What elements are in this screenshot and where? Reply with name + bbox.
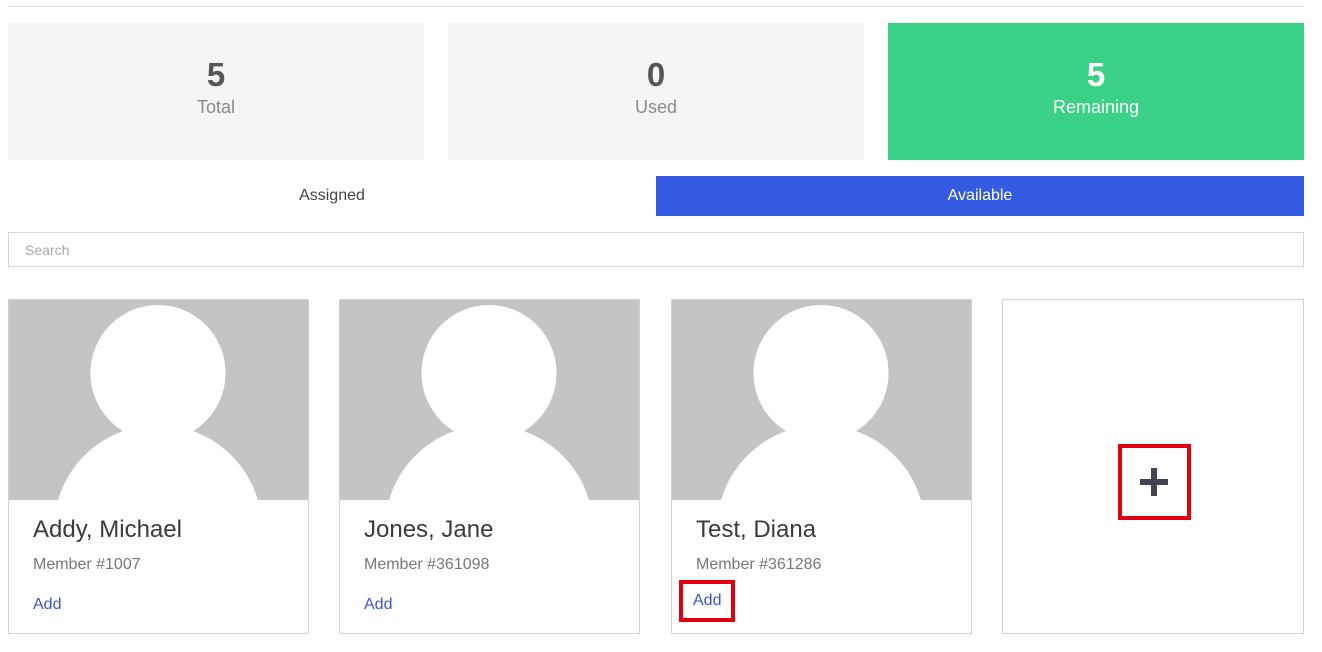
add-member-link[interactable]: Add xyxy=(33,596,61,614)
remaining-value: 5 xyxy=(1086,55,1106,93)
remaining-stat-card: 5 Remaining xyxy=(888,23,1304,160)
used-label: Used xyxy=(634,96,678,117)
member-card: Addy, Michael Member #1007 Add xyxy=(8,299,309,634)
avatar-placeholder-icon xyxy=(672,300,971,500)
avatar-placeholder-icon xyxy=(9,300,308,500)
member-name: Jones, Jane xyxy=(364,516,494,543)
member-name: Test, Diana xyxy=(696,516,817,543)
avatar-placeholder-icon xyxy=(340,300,639,500)
used-stat-card: 0 Used xyxy=(448,23,864,160)
member-number: Member #1007 xyxy=(33,556,141,573)
add-member-link[interactable]: Add xyxy=(678,580,736,622)
remaining-label: Remaining xyxy=(1052,96,1140,117)
member-name: Addy, Michael xyxy=(33,516,182,543)
used-value: 0 xyxy=(646,55,666,93)
member-number: Member #361286 xyxy=(696,556,822,573)
top-divider xyxy=(8,6,1304,7)
total-label: Total xyxy=(196,96,236,117)
add-member-link[interactable]: Add xyxy=(364,596,392,614)
plus-icon xyxy=(1140,467,1168,496)
member-card: Test, Diana Member #361286 Add xyxy=(671,299,972,634)
add-new-member-card[interactable] xyxy=(1002,299,1304,634)
member-number: Member #361098 xyxy=(364,556,490,573)
add-new-member-button[interactable] xyxy=(1117,443,1191,520)
member-card: Jones, Jane Member #361098 Add xyxy=(339,299,640,634)
search-input[interactable] xyxy=(8,232,1304,267)
total-value: 5 xyxy=(206,55,226,93)
total-stat-card: 5 Total xyxy=(8,23,424,160)
tab-available[interactable]: Available xyxy=(656,176,1304,216)
tab-assigned[interactable]: Assigned xyxy=(8,176,656,216)
